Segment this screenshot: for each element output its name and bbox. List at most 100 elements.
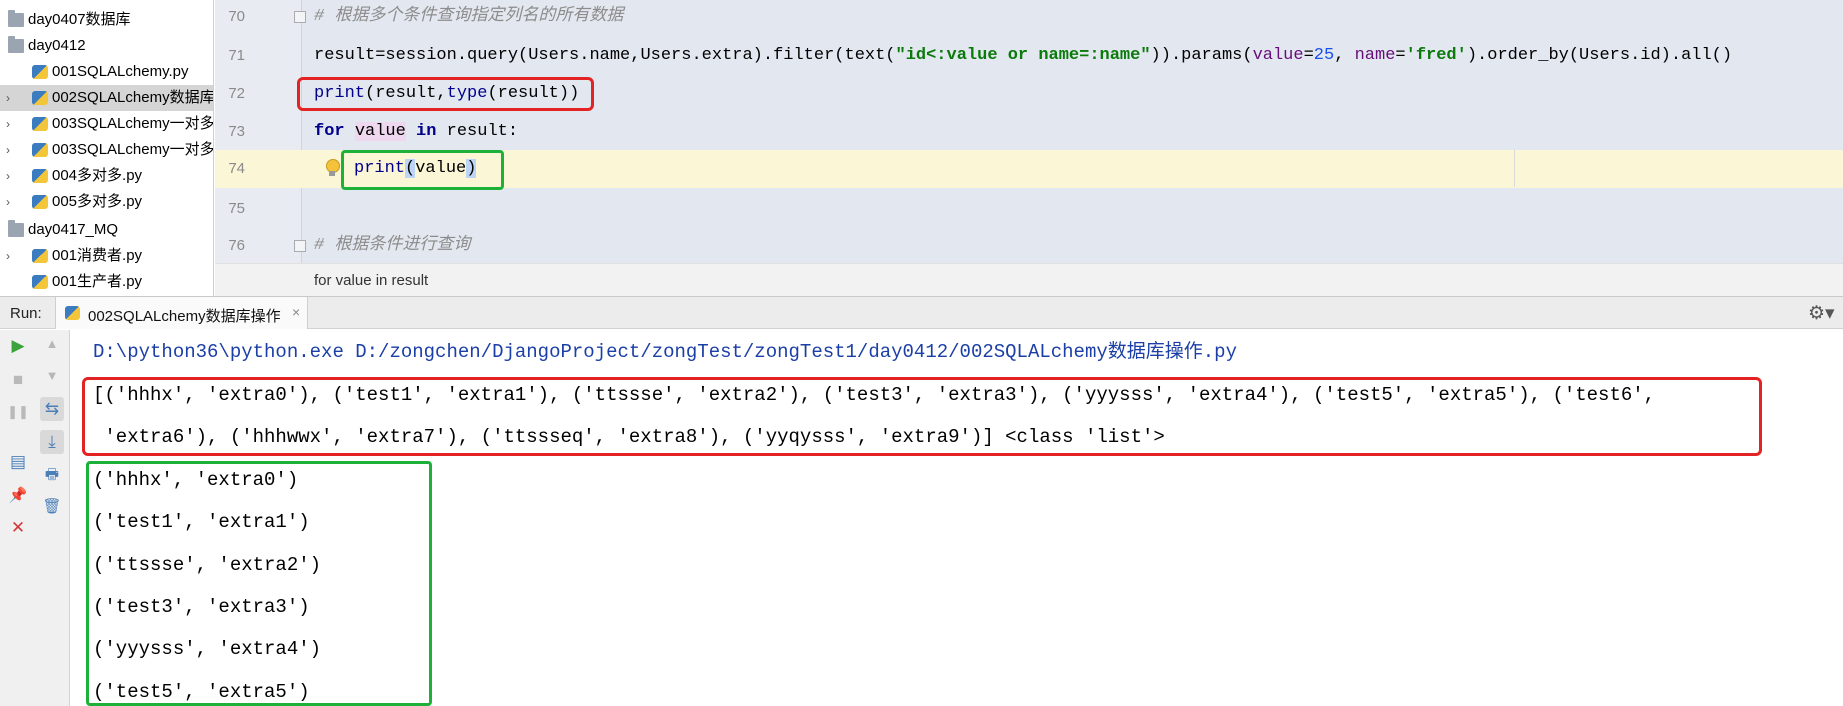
console-command-line: D:\python36\python.exe D:/zongchen/Djang…	[93, 341, 1237, 363]
code-number: 25	[1313, 46, 1335, 65]
tree-item-label: 001生产者.py	[52, 273, 143, 290]
tree-item-003sqlalchemy-a[interactable]: › 003SQLALchemy一对多	[0, 111, 214, 137]
stop-icon[interactable]: ■	[6, 368, 30, 392]
soft-wrap-icon[interactable]: ⇆	[40, 397, 64, 421]
code-text: for value in result:	[314, 113, 518, 151]
code-keyword: for	[314, 122, 345, 141]
layout-icon[interactable]: ▤	[6, 450, 30, 474]
tree-item-label: day0417_MQ	[28, 221, 119, 238]
code-param: value	[1252, 46, 1304, 65]
python-file-icon	[32, 65, 48, 79]
chevron-right-icon[interactable]: ›	[6, 163, 18, 189]
annotation-box-red	[82, 377, 1762, 456]
tree-item-001sqlalchemy[interactable]: 001SQLALchemy.py	[0, 59, 213, 85]
code-line-75[interactable]: 75	[215, 190, 1843, 228]
chevron-right-icon[interactable]: ›	[6, 111, 18, 137]
console-output[interactable]: D:\python36\python.exe D:/zongchen/Djang…	[71, 330, 1843, 706]
annotation-box-green	[341, 150, 504, 190]
lightbulb-icon[interactable]	[325, 159, 340, 177]
chevron-right-icon[interactable]: ›	[6, 189, 18, 215]
right-margin-guide	[1514, 150, 1515, 187]
tree-item-001-producer[interactable]: 001生产者.py	[0, 269, 213, 295]
code-token: =	[1303, 46, 1314, 65]
tree-item-001-consumer[interactable]: › 001消费者.py	[0, 243, 213, 269]
line-number: 70	[228, 8, 245, 25]
close-icon[interactable]: ✕	[6, 516, 30, 540]
run-tool-window-header: Run: 002SQLALchemy数据库操作 × ⚙▾	[0, 296, 1843, 329]
chevron-right-icon[interactable]: ›	[6, 85, 18, 111]
line-number: 75	[228, 200, 245, 217]
tree-item-label: 003SQLALchemy一对多	[52, 115, 214, 132]
chevron-right-icon[interactable]: ›	[6, 137, 18, 163]
tree-item-label: 005多对多.py	[52, 193, 143, 210]
tree-item-label: 001SQLALchemy.py	[52, 63, 189, 80]
line-number: 76	[228, 237, 245, 254]
code-text: result=session.query(Users.name,Users.ex…	[314, 37, 1732, 75]
code-variable-highlight: value	[354, 122, 406, 141]
line-number: 71	[228, 47, 245, 64]
tree-item-day0417-mq[interactable]: day0417_MQ	[0, 217, 213, 243]
python-file-icon	[32, 91, 48, 105]
tree-item-day0407[interactable]: day0407数据库	[0, 7, 213, 33]
breadcrumb-text[interactable]: for value in result	[314, 272, 428, 289]
fold-marker-icon[interactable]	[294, 11, 306, 23]
project-tree: day0407数据库 day0412 001SQLALchemy.py › 00…	[0, 0, 214, 296]
python-file-icon	[65, 306, 80, 320]
breadcrumb[interactable]: for value in result	[215, 263, 1843, 296]
python-file-icon	[32, 143, 48, 157]
line-number: 73	[228, 123, 245, 140]
tree-item-label: 003SQLALchemy一对多	[52, 141, 214, 158]
code-token: ,	[1334, 46, 1355, 65]
python-file-icon	[32, 195, 48, 209]
code-keyword: in	[416, 122, 437, 141]
rerun-icon[interactable]: ▶	[6, 334, 30, 358]
arrow-down-icon[interactable]: ▼	[40, 364, 64, 388]
python-file-icon	[32, 169, 48, 183]
tree-item-label: 002SQLALchemy数据库	[52, 89, 214, 106]
gear-icon[interactable]: ⚙▾	[1808, 302, 1835, 325]
code-line-76[interactable]: 76 # 根据条件进行查询	[215, 227, 1843, 265]
python-file-icon	[32, 117, 48, 131]
code-string: 'fred'	[1405, 46, 1467, 65]
line-number: 72	[228, 85, 245, 102]
tree-item-005[interactable]: › 005多对多.py	[0, 189, 213, 215]
run-tab-label: 002SQLALchemy数据库操作	[88, 308, 281, 325]
annotation-box-red	[297, 77, 594, 111]
code-comment: # 根据多个条件查询指定列名的所有数据	[314, 7, 624, 26]
tree-item-004[interactable]: › 004多对多.py	[0, 163, 213, 189]
python-file-icon	[32, 249, 48, 263]
code-comment: # 根据条件进行查询	[314, 236, 471, 255]
folder-icon	[8, 10, 24, 27]
folder-icon	[8, 36, 24, 53]
print-icon[interactable]: 🖶	[40, 463, 64, 487]
pin-icon[interactable]: 📌	[6, 484, 30, 508]
code-editor[interactable]: 70 # 根据多个条件查询指定列名的所有数据 71 result=session…	[215, 0, 1843, 296]
code-token: =	[1395, 46, 1406, 65]
code-token: result=session.query(Users.name,Users.ex…	[314, 46, 896, 65]
run-config-tab[interactable]: 002SQLALchemy数据库操作 ×	[55, 297, 308, 329]
code-token: ).order_by(Users.id).all()	[1466, 46, 1733, 65]
tree-item-label: 004多对多.py	[52, 167, 143, 184]
tree-item-002sqlalchemy[interactable]: › 002SQLALchemy数据库	[0, 85, 214, 111]
run-toolbar: ▶ ■ ❚❚ ▤ 📌 ✕ ▲ ▼ ⇆ ⤓ 🖶 🗑	[0, 330, 70, 706]
chevron-right-icon[interactable]: ›	[6, 243, 18, 269]
line-number: 74	[228, 160, 245, 177]
code-token: )).params(	[1150, 46, 1253, 65]
tree-item-003sqlalchemy-b[interactable]: › 003SQLALchemy一对多	[0, 137, 214, 163]
scroll-to-end-icon[interactable]: ⤓	[40, 430, 64, 454]
pause-icon[interactable]: ❚❚	[6, 400, 30, 424]
run-label: Run:	[10, 305, 42, 322]
annotation-box-green	[86, 461, 432, 706]
fold-marker-icon[interactable]	[294, 240, 306, 252]
tree-item-day0412[interactable]: day0412	[0, 33, 213, 59]
code-line-71[interactable]: 71 result=session.query(Users.name,Users…	[215, 37, 1843, 75]
tree-item-label: day0407数据库	[28, 11, 131, 28]
trash-icon[interactable]: 🗑	[40, 495, 64, 519]
arrow-up-icon[interactable]: ▲	[40, 332, 64, 356]
tree-item-label: day0412	[28, 37, 86, 54]
code-line-73[interactable]: 73 for value in result:	[215, 113, 1843, 151]
code-string: "id<:value or name=:name"	[895, 46, 1151, 65]
close-icon[interactable]: ×	[292, 304, 300, 320]
code-line-70[interactable]: 70 # 根据多个条件查询指定列名的所有数据	[215, 0, 1843, 36]
code-param: name	[1354, 46, 1396, 65]
